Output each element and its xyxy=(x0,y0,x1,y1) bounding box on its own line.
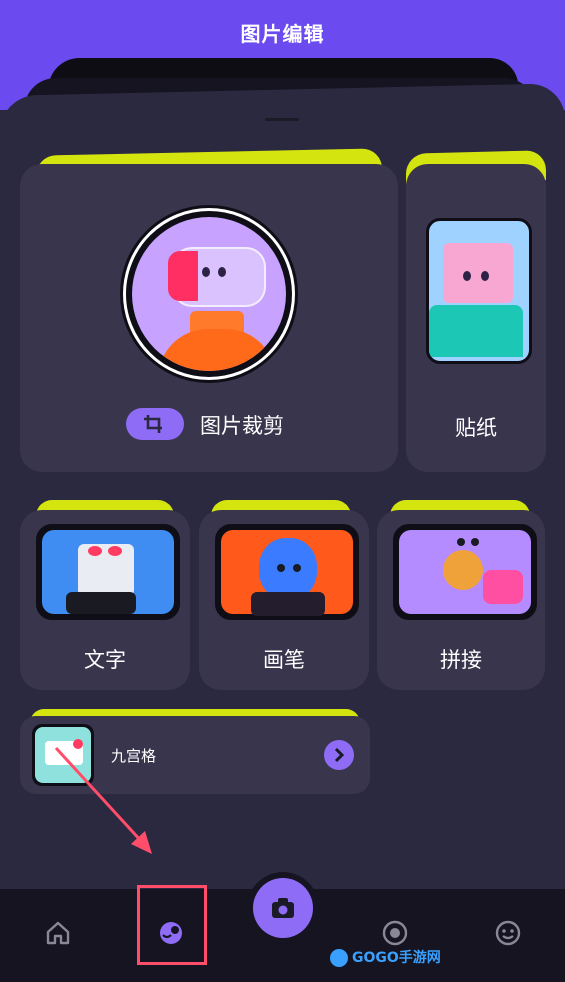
annotation-arrow xyxy=(54,746,152,854)
record-icon[interactable] xyxy=(381,919,409,947)
highlight-box xyxy=(137,885,207,965)
camera-button[interactable] xyxy=(253,878,313,938)
smiley-icon[interactable] xyxy=(494,919,522,947)
watermark: GOGO手游网 xyxy=(330,947,441,971)
home-icon[interactable] xyxy=(44,919,72,947)
camera-icon xyxy=(272,898,294,918)
watermark-logo-icon xyxy=(330,949,348,967)
